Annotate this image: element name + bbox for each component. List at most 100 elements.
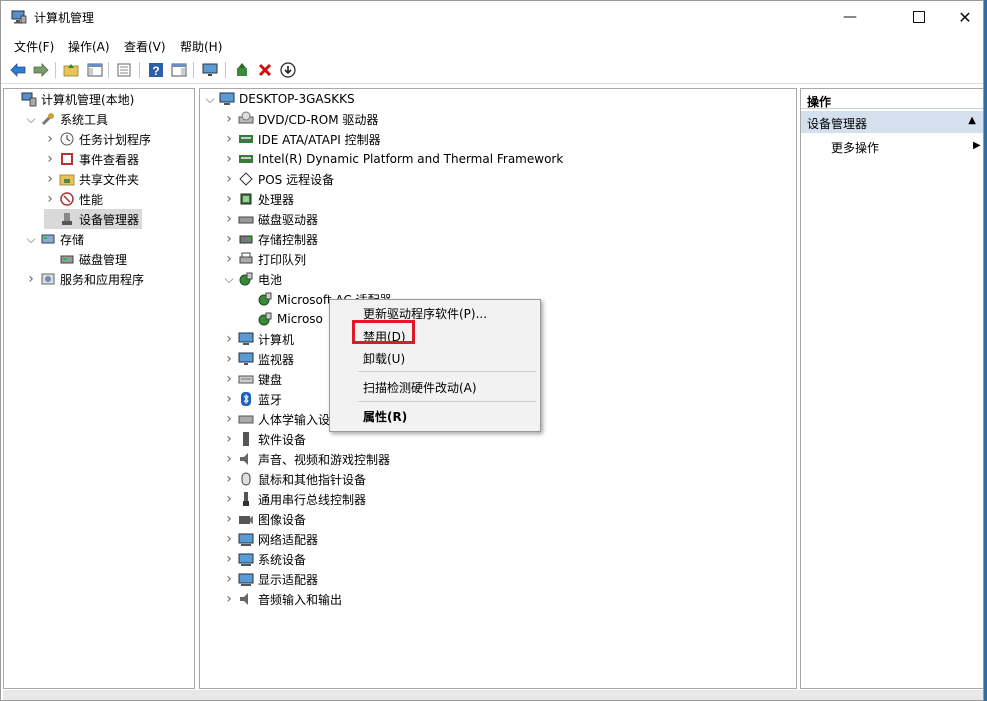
- disable-icon[interactable]: [278, 60, 298, 80]
- show-action-pane-icon[interactable]: [169, 60, 189, 80]
- computer-icon: [238, 331, 254, 347]
- device-tree-item[interactable]: › 存储控制器: [223, 229, 321, 249]
- chevron-right-icon[interactable]: ›: [223, 491, 235, 507]
- chevron-right-icon[interactable]: ›: [223, 211, 235, 227]
- horizontal-scrollbar[interactable]: [3, 690, 983, 700]
- device-tree-item[interactable]: › 系统设备: [223, 549, 309, 569]
- device-tree-item[interactable]: ⌵ 电池: [223, 269, 285, 289]
- chevron-right-icon[interactable]: ›: [223, 191, 235, 207]
- device-tree-item[interactable]: › 磁盘驱动器: [223, 209, 321, 229]
- show-hide-tree-icon[interactable]: [85, 60, 105, 80]
- chevron-right-icon[interactable]: ›: [223, 551, 235, 567]
- chevron-right-icon[interactable]: ›: [44, 191, 56, 207]
- maximize-button[interactable]: [896, 1, 942, 33]
- menu-file[interactable]: 文件(F): [14, 38, 54, 55]
- chevron-right-icon[interactable]: ›: [223, 571, 235, 587]
- chevron-right-icon[interactable]: ›: [223, 331, 235, 347]
- highlight-box: [352, 320, 415, 344]
- chevron-right-icon[interactable]: ›: [223, 451, 235, 467]
- device-tree-item[interactable]: › 通用串行总线控制器: [223, 489, 369, 509]
- expand-down-icon[interactable]: ⌵: [223, 272, 235, 287]
- chevron-right-icon[interactable]: ›: [44, 131, 56, 147]
- up-folder-icon[interactable]: [61, 60, 81, 80]
- menu-action[interactable]: 操作(A): [68, 38, 110, 55]
- device-tree-item[interactable]: › 计算机: [223, 329, 297, 349]
- chevron-right-icon[interactable]: ›: [223, 131, 235, 147]
- chevron-right-icon[interactable]: ›: [223, 231, 235, 247]
- properties-menu-item[interactable]: 属性(R): [363, 408, 407, 425]
- more-actions-label: 更多操作: [831, 141, 880, 155]
- device-tree-item[interactable]: › 鼠标和其他指针设备: [223, 469, 369, 489]
- chevron-right-icon[interactable]: ›: [223, 391, 235, 407]
- monitor-icon[interactable]: [200, 60, 220, 80]
- device-tree-item[interactable]: › 网络适配器: [223, 529, 321, 549]
- chevron-right-icon[interactable]: ›: [223, 251, 235, 267]
- menu-view[interactable]: 查看(V): [124, 38, 166, 55]
- nav-tree-item[interactable]: ⌵ 存储: [25, 229, 87, 249]
- nav-tree-label: 服务和应用程序: [60, 272, 145, 287]
- nav-tree-label: 性能: [79, 192, 104, 207]
- device-tree-item[interactable]: › 软件设备: [223, 429, 309, 449]
- chevron-right-icon[interactable]: ›: [223, 431, 235, 447]
- chevron-right-icon[interactable]: ›: [44, 151, 56, 167]
- chevron-right-icon[interactable]: ›: [25, 271, 37, 287]
- nav-tree-item[interactable]: ⌵ 系统工具: [25, 109, 111, 129]
- chevron-right-icon[interactable]: ›: [223, 411, 235, 427]
- device-tree-item[interactable]: › 处理器: [223, 189, 297, 209]
- nav-tree-item[interactable]: 计算机管理(本地): [6, 89, 137, 109]
- chevron-right-icon[interactable]: ›: [223, 531, 235, 547]
- expand-down-icon[interactable]: ⌵: [25, 112, 37, 127]
- nav-tree-item[interactable]: 设备管理器: [44, 209, 143, 229]
- device-tree-item[interactable]: › 图像设备: [223, 509, 309, 529]
- device-tree-item[interactable]: › 蓝牙: [223, 389, 285, 409]
- uninstall-menu-item[interactable]: 卸载(U): [363, 350, 405, 367]
- device-tree-item[interactable]: › 打印队列: [223, 249, 309, 269]
- device-tree-item[interactable]: › DVD/CD-ROM 驱动器: [223, 109, 381, 129]
- nav-tree-label: 设备管理器: [79, 212, 140, 227]
- forward-arrow-icon[interactable]: [31, 60, 51, 80]
- more-actions-item[interactable]: 更多操作: [831, 139, 879, 156]
- keyboard-icon: [238, 371, 254, 387]
- device-tree-item[interactable]: › POS 远程设备: [223, 169, 337, 189]
- back-arrow-icon[interactable]: [8, 60, 28, 80]
- minimize-button[interactable]: —: [827, 1, 873, 33]
- properties-icon[interactable]: [114, 60, 134, 80]
- device-tree-item[interactable]: › 键盘: [223, 369, 285, 389]
- device-tree-item[interactable]: › 声音、视频和游戏控制器: [223, 449, 393, 469]
- menu-help[interactable]: 帮助(H): [180, 38, 222, 55]
- device-tree-item[interactable]: › IDE ATA/ATAPI 控制器: [223, 129, 384, 149]
- chevron-right-icon[interactable]: ›: [223, 471, 235, 487]
- nav-tree-item[interactable]: › 服务和应用程序: [25, 269, 147, 289]
- expand-down-icon[interactable]: ⌵: [25, 232, 37, 247]
- chevron-right-icon[interactable]: ›: [223, 371, 235, 387]
- nav-tree-item[interactable]: › 任务计划程序: [44, 129, 154, 149]
- nav-tree-item[interactable]: › 共享文件夹: [44, 169, 142, 189]
- close-button[interactable]: ✕: [942, 1, 983, 33]
- device-tree-item[interactable]: › 监视器: [223, 349, 297, 369]
- chevron-right-icon[interactable]: ›: [223, 351, 235, 367]
- scan-hardware-menu-item[interactable]: 扫描检测硬件改动(A): [363, 379, 477, 396]
- nav-tree-item[interactable]: › 性能: [44, 189, 106, 209]
- chevron-right-icon[interactable]: ›: [223, 111, 235, 127]
- chevron-right-icon[interactable]: ›: [44, 171, 56, 187]
- chevron-right-icon[interactable]: ›: [223, 171, 235, 187]
- device-tree-item[interactable]: ⌵ DESKTOP-3GASKKS: [204, 89, 358, 109]
- nav-tree-item[interactable]: 磁盘管理: [44, 249, 130, 269]
- expand-down-icon[interactable]: ⌵: [204, 92, 216, 107]
- device-tree-item[interactable]: › 人体学输入设: [223, 409, 333, 429]
- update-driver-icon[interactable]: [232, 60, 252, 80]
- device-tree-item[interactable]: › 显示适配器: [223, 569, 321, 589]
- device-tree-item[interactable]: › Intel(R) Dynamic Platform and Thermal F…: [223, 149, 566, 169]
- intel-device-icon: [238, 151, 254, 167]
- chevron-right-icon[interactable]: ›: [223, 151, 235, 167]
- actions-section-device-manager[interactable]: 设备管理器 ▲: [801, 111, 983, 133]
- uninstall-icon[interactable]: [255, 60, 275, 80]
- chevron-right-icon[interactable]: ›: [223, 511, 235, 527]
- help-icon[interactable]: ?: [146, 60, 166, 80]
- device-tree-item[interactable]: › 音频输入和输出: [223, 589, 345, 609]
- chevron-right-icon[interactable]: ›: [223, 591, 235, 607]
- device-tree-label: 网络适配器: [258, 532, 319, 547]
- usb-icon: [238, 491, 254, 507]
- device-tree-item[interactable]: Microso: [242, 309, 326, 329]
- nav-tree-item[interactable]: › 事件查看器: [44, 149, 142, 169]
